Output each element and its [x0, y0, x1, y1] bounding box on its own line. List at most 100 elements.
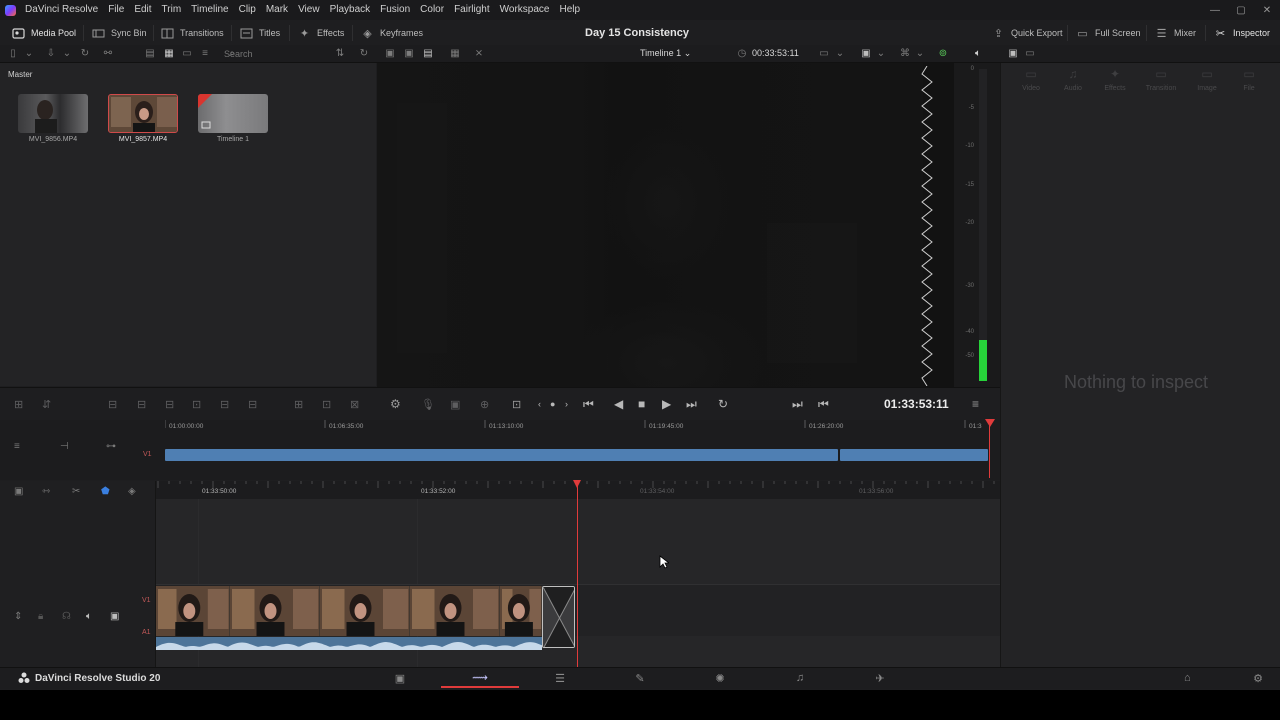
- page-media-icon[interactable]: ▣: [361, 668, 439, 688]
- replace-clip-icon[interactable]: ⊟: [165, 398, 174, 411]
- track-options-icon[interactable]: ≡: [14, 441, 20, 452]
- viewer-timeline-selector[interactable]: Timeline 1 ⌄: [640, 48, 691, 59]
- sort-view-icon[interactable]: ≡: [198, 46, 212, 60]
- next-frame-icon[interactable]: ›: [565, 397, 568, 411]
- timeline-thumbnail[interactable]: [198, 94, 268, 133]
- inspector-button[interactable]: ✂ Inspector: [1214, 22, 1270, 44]
- viewer[interactable]: [377, 63, 954, 387]
- cam-icon[interactable]: ▣: [450, 398, 460, 411]
- marker-icon[interactable]: ⬟: [101, 486, 110, 497]
- mini-playhead-handle[interactable]: [985, 419, 995, 427]
- loop-icon[interactable]: ↻: [718, 397, 728, 411]
- thumbnail-view-icon[interactable]: ▦: [162, 46, 176, 60]
- playhead[interactable]: [577, 480, 578, 667]
- page-fusion-icon[interactable]: ✎: [601, 668, 679, 688]
- full-screen-button[interactable]: ▭ Full Screen: [1076, 22, 1140, 44]
- inspector-tab-transition[interactable]: ▭ Transition: [1138, 67, 1184, 92]
- mixer-button[interactable]: ☰ Mixer: [1155, 22, 1196, 44]
- menu-playback[interactable]: Playback: [325, 0, 376, 20]
- effects-button[interactable]: ✦ Effects: [298, 22, 344, 44]
- flag-icon[interactable]: ◈: [128, 486, 136, 497]
- page-deliver-icon[interactable]: ✈: [841, 668, 919, 688]
- sort-icon[interactable]: ⇅: [333, 46, 347, 60]
- chevron-down-icon[interactable]: ⌄: [833, 46, 847, 60]
- viewer-mode-icon[interactable]: ▣: [383, 46, 397, 60]
- volume-icon[interactable]: 🔈︎: [971, 46, 985, 60]
- menu-view[interactable]: View: [293, 0, 325, 20]
- quick-export-button[interactable]: ⇪ Quick Export: [992, 22, 1063, 44]
- reverse-play-icon[interactable]: ◀: [614, 397, 623, 411]
- fit-to-fill-icon[interactable]: ⊡: [192, 398, 201, 411]
- inspector-split-icon[interactable]: ▭: [1023, 46, 1037, 60]
- chevron-down-icon[interactable]: ⌄: [913, 46, 927, 60]
- viewer-mode-2-icon[interactable]: ▣: [402, 46, 416, 60]
- bypass-icon[interactable]: ⊚: [936, 46, 950, 60]
- inspector-tab-file[interactable]: ▭ File: [1226, 67, 1272, 92]
- inspector-tab-image[interactable]: ▭ Image: [1184, 67, 1230, 92]
- project-settings-icon[interactable]: ⚙: [1238, 668, 1278, 688]
- menu-color[interactable]: Color: [415, 0, 449, 20]
- menu-timeline[interactable]: Timeline: [186, 0, 233, 20]
- settings-sliders-icon[interactable]: ⚙: [390, 397, 401, 411]
- search-input[interactable]: [224, 47, 324, 61]
- viewer-mode-3-icon[interactable]: ▤: [421, 46, 435, 60]
- play-icon[interactable]: ▶: [662, 397, 671, 411]
- timeline-view-icon[interactable]: ▣: [14, 486, 23, 497]
- sync-icon[interactable]: ↻: [357, 46, 371, 60]
- lock-icon[interactable]: 🔒︎: [38, 611, 43, 622]
- go-to-start-icon[interactable]: ⏮: [583, 397, 594, 411]
- page-cut-icon[interactable]: ⟿: [441, 668, 519, 688]
- import-icon[interactable]: ⇩: [44, 46, 58, 60]
- place-on-top-icon[interactable]: ⊟: [220, 398, 229, 411]
- viewer-size-icon[interactable]: ▣: [859, 46, 873, 60]
- titles-button[interactable]: Titles: [240, 22, 280, 44]
- menu-clip[interactable]: Clip: [234, 0, 261, 20]
- menu-file[interactable]: File: [103, 0, 129, 20]
- menu-workspace[interactable]: Workspace: [495, 0, 555, 20]
- trim-tool-icon[interactable]: ⇵: [42, 398, 51, 411]
- chevron-down-icon[interactable]: ⌄: [874, 46, 888, 60]
- blade-icon[interactable]: ✂: [72, 486, 80, 497]
- insert-clip-icon[interactable]: ⊟: [108, 398, 117, 411]
- source-overwrite-icon[interactable]: ⊠: [350, 398, 359, 411]
- transform-icon[interactable]: ⨯: [472, 46, 486, 60]
- headphones-icon[interactable]: ☊: [62, 611, 71, 622]
- sync-bin-button[interactable]: Sync Bin: [92, 22, 147, 44]
- edit-tool-icon[interactable]: ⊞: [14, 398, 23, 411]
- minimize-icon[interactable]: —: [1202, 5, 1228, 16]
- mini-playhead[interactable]: [989, 421, 990, 478]
- playhead-handle[interactable]: [573, 480, 581, 488]
- zoom-fit-icon[interactable]: ⇿: [42, 486, 50, 497]
- page-color-icon[interactable]: ✺: [681, 668, 759, 688]
- panel-layout-icon[interactable]: ▯: [6, 46, 20, 60]
- clip-thumbnail[interactable]: [18, 94, 88, 133]
- page-fairlight-icon[interactable]: ♫: [761, 668, 839, 688]
- previous-edit-icon[interactable]: ⏮︎: [818, 397, 829, 411]
- inspector-view-icon[interactable]: ▣: [1006, 46, 1020, 60]
- transition-clip[interactable]: [542, 586, 575, 648]
- dropdown-icon[interactable]: ⌄: [22, 46, 36, 60]
- previous-frame-icon[interactable]: ‹: [538, 397, 541, 411]
- tool-icon[interactable]: ⌘: [898, 46, 912, 60]
- chevron-down-icon[interactable]: ⌄: [60, 46, 74, 60]
- link-icon[interactable]: ⚯: [101, 46, 115, 60]
- maximize-icon[interactable]: ▢: [1228, 5, 1254, 16]
- mini-timeline-clip[interactable]: [840, 449, 988, 461]
- page-edit-icon[interactable]: ☰: [521, 668, 599, 688]
- link-clips-icon[interactable]: ⊶: [106, 441, 116, 452]
- track-height-icon[interactable]: ⇕: [14, 611, 22, 622]
- close-up-icon[interactable]: ⊡: [322, 398, 331, 411]
- safe-area-icon[interactable]: ▭: [817, 46, 831, 60]
- zoom-icon[interactable]: ⊕: [480, 398, 489, 411]
- audio-clip[interactable]: [156, 637, 542, 650]
- overwrite-clip-icon[interactable]: ⊟: [137, 398, 146, 411]
- split-view-icon[interactable]: ▦: [448, 46, 462, 60]
- menu-trim[interactable]: Trim: [157, 0, 187, 20]
- inspector-tab-video[interactable]: ▭ Video: [1008, 67, 1054, 92]
- menu-fusion[interactable]: Fusion: [375, 0, 415, 20]
- go-to-end-icon[interactable]: ⏭: [686, 397, 697, 411]
- audio-trim-icon[interactable]: 🎙︎: [421, 398, 435, 411]
- match-frame-icon[interactable]: ⊡: [512, 397, 521, 411]
- menu-edit[interactable]: Edit: [129, 0, 156, 20]
- menu-fairlight[interactable]: Fairlight: [449, 0, 495, 20]
